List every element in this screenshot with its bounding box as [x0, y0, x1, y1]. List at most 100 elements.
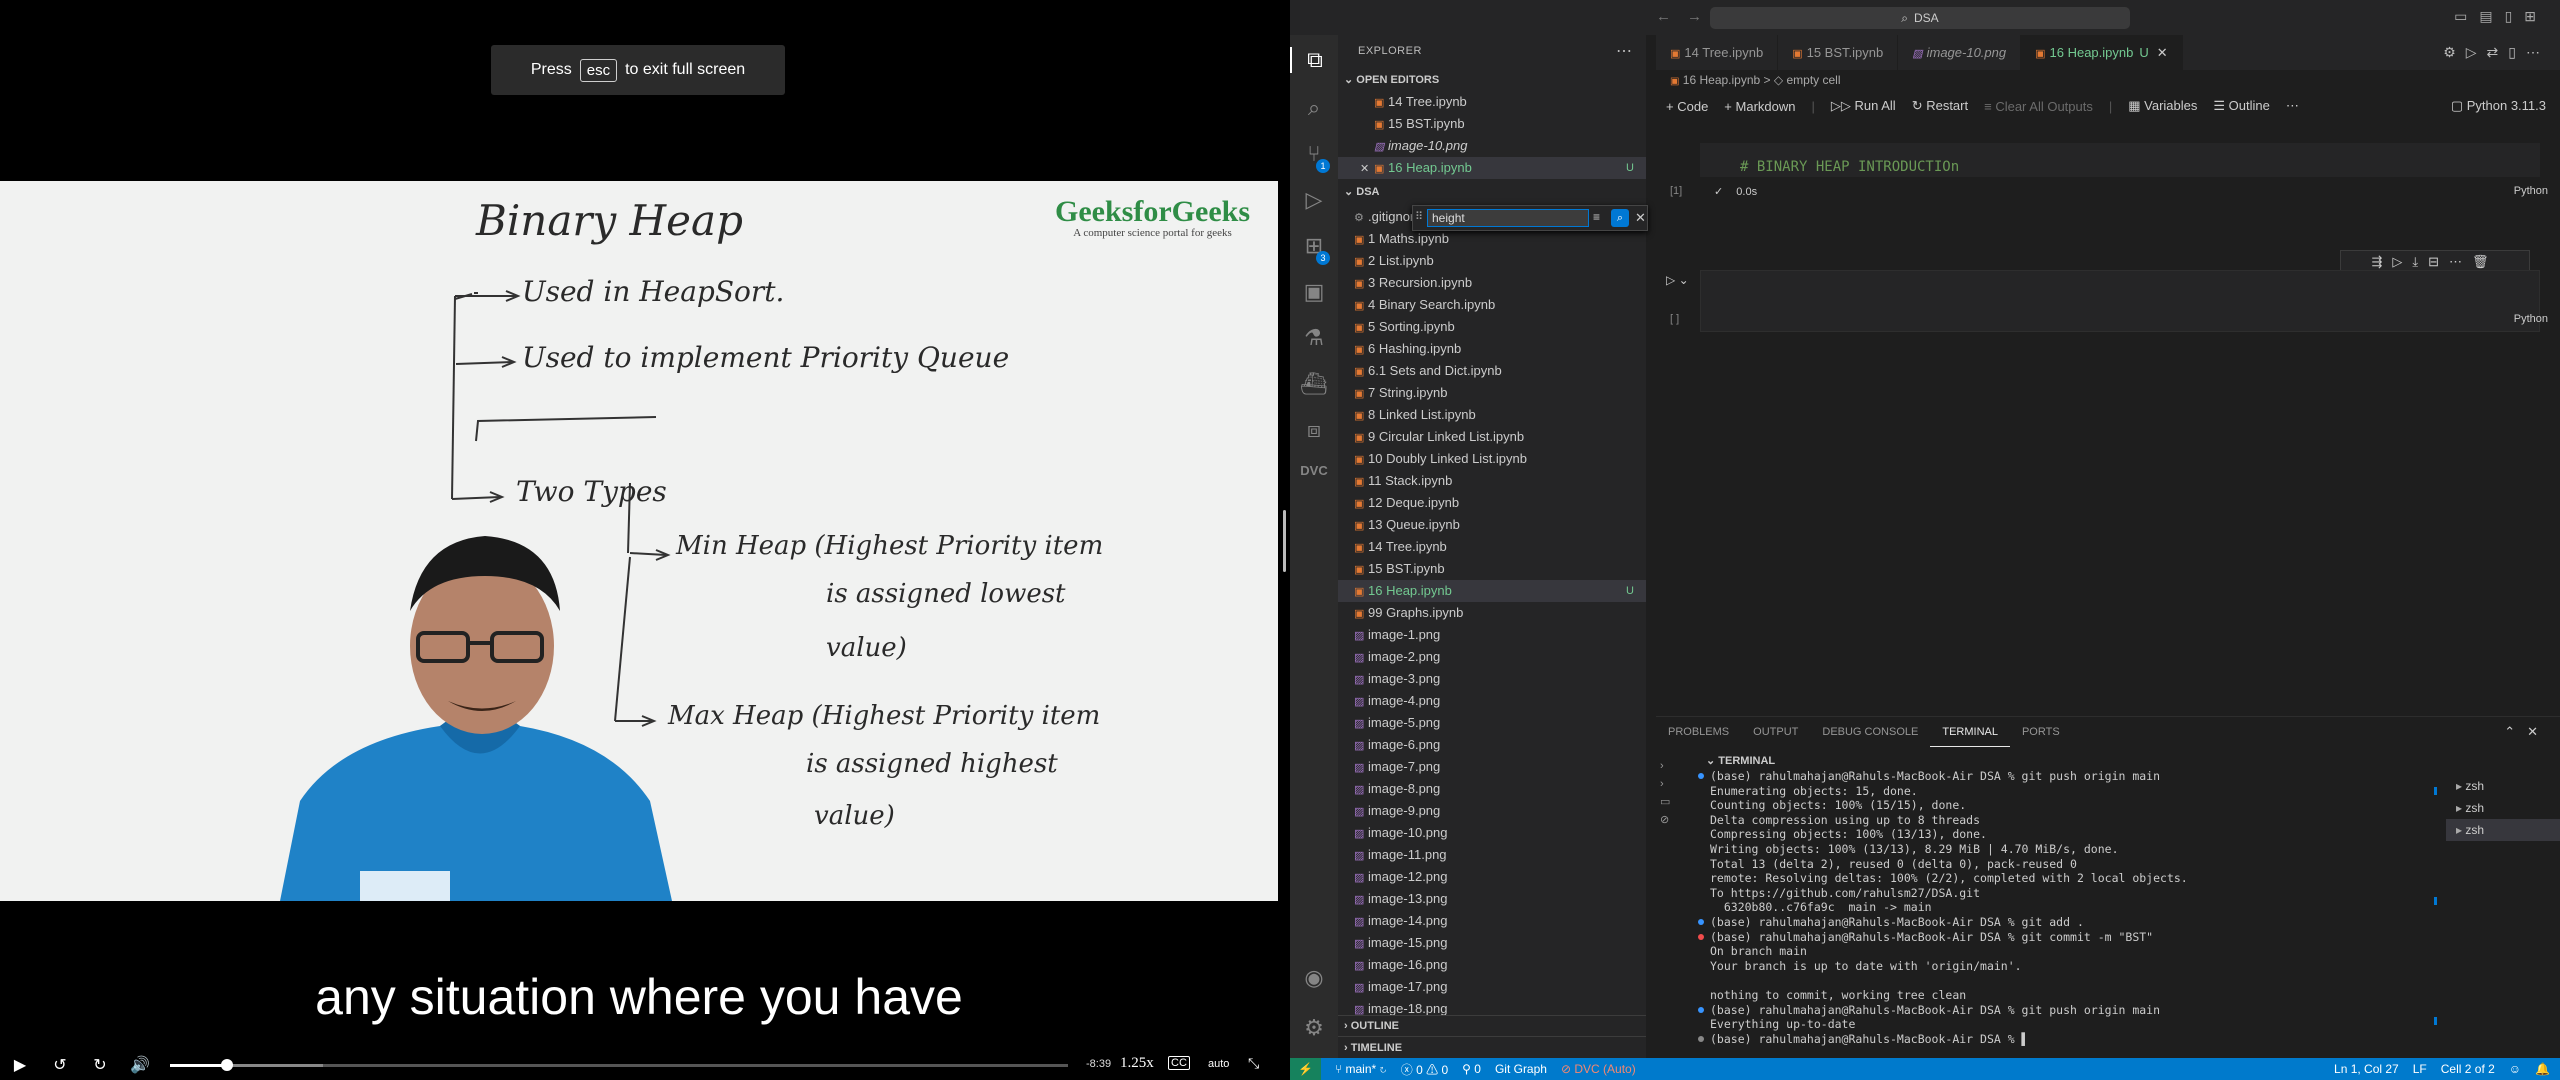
command-status-icon[interactable]: [1698, 773, 1704, 779]
docker-icon[interactable]: ⛴: [1290, 371, 1338, 397]
layout-controls[interactable]: ▭▤▯⊞: [2454, 8, 2548, 25]
settings-gear-icon[interactable]: ⚙: [1290, 1015, 1338, 1041]
breadcrumb[interactable]: ▣ 16 Heap.ipynb > ◇ empty cell: [1670, 73, 1841, 87]
remote-explorer-icon[interactable]: ▣: [1290, 279, 1338, 305]
variables-button[interactable]: ▦ Variables: [2128, 98, 2197, 114]
clear-outputs-button[interactable]: ≡ Clear All Outputs: [1984, 99, 2093, 114]
dvc-icon[interactable]: DVC: [1290, 463, 1338, 478]
file-item[interactable]: ▨ image-13.png: [1338, 888, 1646, 910]
run-all-button[interactable]: ▷▷ Run All: [1831, 98, 1896, 114]
command-status-icon[interactable]: [1698, 918, 1704, 925]
file-item[interactable]: ▨ image-16.png: [1338, 954, 1646, 976]
editor-tab[interactable]: ▣ 14 Tree.ipynb: [1656, 35, 1779, 70]
terminal-instance[interactable]: ▸ zsh: [2446, 775, 2560, 797]
panel-tab[interactable]: DEBUG CONSOLE: [1810, 717, 1930, 747]
file-item[interactable]: ▣ 2 List.ipynb: [1338, 250, 1646, 272]
open-editors-header[interactable]: ⌄ OPEN EDITORS: [1344, 73, 1439, 86]
problems-indicator[interactable]: ⓧ 0 ⚠ 0: [1401, 1061, 1448, 1078]
file-item[interactable]: ▣ 12 Deque.ipynb: [1338, 492, 1646, 514]
file-item[interactable]: ▣ 6 Hashing.ipynb: [1338, 338, 1646, 360]
file-item[interactable]: ▣ 4 Binary Search.ipynb: [1338, 294, 1646, 316]
file-item[interactable]: ▣ 6.1 Sets and Dict.ipynb: [1338, 360, 1646, 382]
terminal-instance[interactable]: ▸ zsh: [2446, 797, 2560, 819]
nav-arrows[interactable]: ←→: [1656, 8, 1718, 25]
playback-speed-button[interactable]: 1.25x: [1120, 1055, 1154, 1072]
forward-icon[interactable]: ↻: [80, 1055, 120, 1075]
file-item[interactable]: ▨ image-8.png: [1338, 778, 1646, 800]
file-item[interactable]: ▨ image-4.png: [1338, 690, 1646, 712]
cell1-language[interactable]: Python: [2514, 185, 2548, 197]
ports-indicator[interactable]: ⚲ 0: [1462, 1062, 1481, 1076]
file-item[interactable]: ▣ 11 Stack.ipynb: [1338, 470, 1646, 492]
play-icon[interactable]: ▶: [0, 1055, 40, 1075]
add-code-button[interactable]: + Code: [1666, 99, 1708, 114]
more-icon[interactable]: ⋯: [2286, 98, 2299, 114]
video-frame[interactable]: Binary Heap Used in HeapSort. Used to im…: [0, 181, 1278, 901]
fuzzy-match-icon[interactable]: ⌕: [1611, 209, 1629, 227]
close-icon[interactable]: ✕: [1635, 210, 1646, 226]
file-item[interactable]: ▨ image-3.png: [1338, 668, 1646, 690]
file-item[interactable]: ▨ image-11.png: [1338, 844, 1646, 866]
extensions-icon[interactable]: ⊞: [1290, 233, 1338, 259]
terminal-side-controls[interactable]: › › ▭ ⊘: [1660, 757, 1670, 829]
command-status-icon[interactable]: [1698, 1006, 1704, 1013]
editor-tab[interactable]: ▣ 16 Heap.ipynb U ✕: [2021, 35, 2183, 70]
file-item[interactable]: ▨ image-12.png: [1338, 866, 1646, 888]
volume-icon[interactable]: 🔊: [120, 1055, 160, 1075]
drag-handle-icon[interactable]: ⠿: [1415, 210, 1423, 223]
outline-button[interactable]: ☰ Outline: [2213, 98, 2269, 114]
file-item[interactable]: ▨ image-1.png: [1338, 624, 1646, 646]
open-editor-item[interactable]: ▣ 15 BST.ipynb: [1338, 113, 1646, 135]
file-item[interactable]: ▣ 13 Queue.ipynb: [1338, 514, 1646, 536]
file-item[interactable]: ▨ image-9.png: [1338, 800, 1646, 822]
file-item[interactable]: ▨ image-7.png: [1338, 756, 1646, 778]
folder-header[interactable]: ⌄ DSA: [1344, 185, 1380, 198]
file-item[interactable]: ▣ 16 Heap.ipynb U: [1338, 580, 1646, 602]
terminal-output[interactable]: (base) rahulmahajan@Rahuls-MacBook-Air D…: [1696, 769, 2441, 1059]
seek-bar[interactable]: [170, 1059, 1068, 1071]
file-item[interactable]: ▣ 1 Maths.ipynb: [1338, 228, 1646, 250]
video-player[interactable]: Press esc to exit full screen Binary Hea…: [0, 0, 1290, 1080]
terminal-instance[interactable]: ▸ zsh: [2446, 819, 2560, 841]
run-cell-icon[interactable]: ▷ ⌄: [1666, 273, 1689, 287]
file-item[interactable]: ▨ image-15.png: [1338, 932, 1646, 954]
file-item[interactable]: ▨ image-10.png: [1338, 822, 1646, 844]
file-item[interactable]: ▣ 10 Doubly Linked List.ipynb: [1338, 448, 1646, 470]
panel-actions[interactable]: ⌃✕: [2504, 724, 2550, 740]
panel-tab[interactable]: OUTPUT: [1741, 717, 1810, 747]
file-item[interactable]: ▨ image-14.png: [1338, 910, 1646, 932]
captions-button[interactable]: CC: [1168, 1056, 1190, 1070]
open-editor-item[interactable]: ✕ ▣ 16 Heap.ipynb U: [1338, 157, 1646, 179]
open-editor-item[interactable]: ▣ 14 Tree.ipynb: [1338, 91, 1646, 113]
notifications-icon[interactable]: 🔔: [2535, 1062, 2550, 1076]
restart-button[interactable]: ↻ Restart: [1912, 98, 1968, 114]
copilot-icon[interactable]: ☺: [2509, 1062, 2521, 1076]
file-item[interactable]: ▣ 15 BST.ipynb: [1338, 558, 1646, 580]
editor-actions[interactable]: ⚙▷⇄▯⋯: [2443, 44, 2550, 61]
editor-tab[interactable]: ▨ image-10.png: [1898, 35, 2022, 70]
breadcrumb-cell[interactable]: empty cell: [1786, 73, 1840, 87]
file-item[interactable]: ▣ 9 Circular Linked List.ipynb: [1338, 426, 1646, 448]
file-item[interactable]: ▣ 14 Tree.ipynb: [1338, 536, 1646, 558]
file-item[interactable]: ▣ 8 Linked List.ipynb: [1338, 404, 1646, 426]
panel-tab[interactable]: PORTS: [2010, 717, 2072, 747]
file-item[interactable]: ▨ image-2.png: [1338, 646, 1646, 668]
remote-indicator[interactable]: ⚡: [1290, 1058, 1321, 1080]
markdown-source[interactable]: # BINARY HEAP INTRODUCTIOn: [1740, 159, 1959, 175]
cell2-language[interactable]: Python: [2514, 313, 2548, 325]
close-icon[interactable]: ✕: [1360, 158, 1374, 180]
code-cell[interactable]: [1700, 270, 2540, 332]
cell-indicator[interactable]: Cell 2 of 2: [2441, 1062, 2495, 1076]
file-item[interactable]: ▨ image-5.png: [1338, 712, 1646, 734]
source-control-icon[interactable]: ⑂: [1290, 141, 1338, 167]
kernel-picker[interactable]: ▢ Python 3.11.3: [2451, 98, 2546, 114]
branch-indicator[interactable]: ⑂ main* ↻: [1335, 1062, 1387, 1076]
command-status-icon[interactable]: [1698, 933, 1704, 940]
add-markdown-button[interactable]: + Markdown: [1724, 99, 1795, 114]
quality-button[interactable]: auto: [1208, 1058, 1229, 1070]
command-center[interactable]: ⌕ DSA: [1710, 7, 2130, 29]
more-actions-icon[interactable]: ⋯: [1616, 41, 1632, 61]
dvc-status[interactable]: ⊘ DVC (Auto): [1561, 1062, 1636, 1076]
cursor-position[interactable]: Ln 1, Col 27: [2334, 1062, 2399, 1076]
seek-thumb[interactable]: [220, 1059, 233, 1071]
